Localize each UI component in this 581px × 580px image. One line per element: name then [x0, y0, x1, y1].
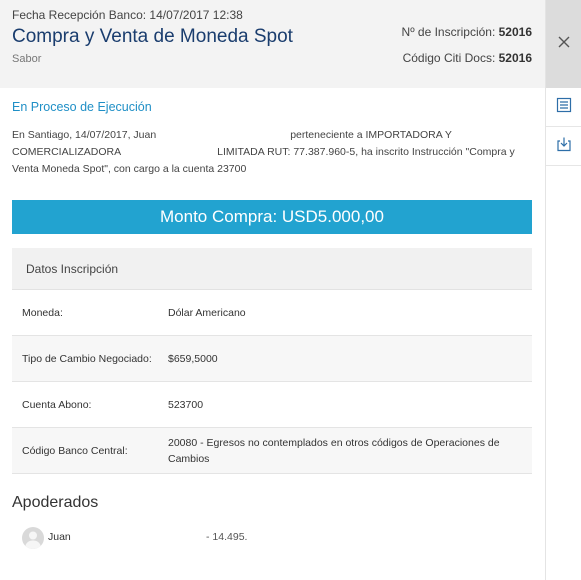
citi-value: 52016 — [498, 51, 532, 65]
inscripcion-label: Nº de Inscripción: — [401, 25, 499, 39]
apoderado-item: Juan - 14.495. — [22, 527, 522, 549]
table-row: Tipo de Cambio Negociado: $659,5000 — [12, 336, 532, 382]
page-subtitle: Sabor — [12, 53, 42, 65]
main-panel: Fecha Recepción Banco: 14/07/2017 12:38 … — [0, 0, 546, 580]
page-title: Compra y Venta de Moneda Spot — [12, 26, 293, 47]
desc-part-1: En Santiago, 14/07/2017, Juan — [12, 129, 157, 141]
avatar-icon — [22, 527, 44, 549]
header-ids: Nº de Inscripción: 52016 Código Citi Doc… — [402, 25, 532, 77]
row-value: 523700 — [168, 398, 204, 411]
close-button[interactable] — [546, 0, 581, 88]
desc-part-3: COMERCIALIZADORA — [12, 146, 122, 158]
side-toolbar — [545, 0, 581, 580]
apoderado-name: Juan — [48, 531, 71, 543]
list-icon — [556, 97, 572, 118]
list-button[interactable] — [546, 88, 581, 127]
download-icon — [556, 136, 572, 157]
table-row: Código Banco Central: 20080 - Egresos no… — [12, 428, 532, 474]
row-value: $659,5000 — [168, 352, 218, 365]
status-text: En Proceso de Ejecución — [12, 100, 152, 114]
row-label: Moneda: — [22, 307, 63, 319]
citi-label: Código Citi Docs: — [402, 51, 499, 65]
row-label: Código Banco Central: — [22, 444, 128, 457]
inscripcion-value: 52016 — [498, 25, 532, 39]
apoderados-title: Apoderados — [12, 494, 99, 511]
header: Fecha Recepción Banco: 14/07/2017 12:38 … — [0, 0, 546, 88]
close-icon — [558, 35, 570, 53]
desc-part-5: Venta Moneda Spot", con cargo a la cuent… — [12, 163, 247, 175]
download-button[interactable] — [546, 127, 581, 166]
table-row: Moneda: Dólar Americano — [12, 291, 532, 336]
row-value: 20080 - Egresos no contemplados en otros… — [168, 436, 500, 465]
description-paragraph: En Santiago, 14/07/2017, Juan pertenecien… — [12, 127, 532, 178]
reception-date: Fecha Recepción Banco: 14/07/2017 12:38 — [12, 8, 243, 22]
datos-section-title: Datos Inscripción — [12, 248, 532, 290]
datos-table: Moneda: Dólar Americano Tipo de Cambio N… — [12, 291, 532, 474]
row-value: Dólar Americano — [168, 307, 246, 319]
inscripcion-number: Nº de Inscripción: 52016 — [402, 25, 532, 39]
apoderado-rut: - 14.495. — [206, 531, 248, 543]
amount-banner: Monto Compra: USD5.000,00 — [12, 200, 532, 234]
desc-part-2: perteneciente a IMPORTADORA Y — [290, 129, 452, 141]
table-row: Cuenta Abono: 523700 — [12, 382, 532, 428]
row-label: Tipo de Cambio Negociado: — [22, 352, 152, 365]
citi-docs-code: Código Citi Docs: 52016 — [402, 51, 532, 65]
row-label: Cuenta Abono: — [22, 398, 92, 411]
desc-part-4: LIMITADA RUT: 77.387.960-5, ha inscrito … — [217, 146, 515, 158]
